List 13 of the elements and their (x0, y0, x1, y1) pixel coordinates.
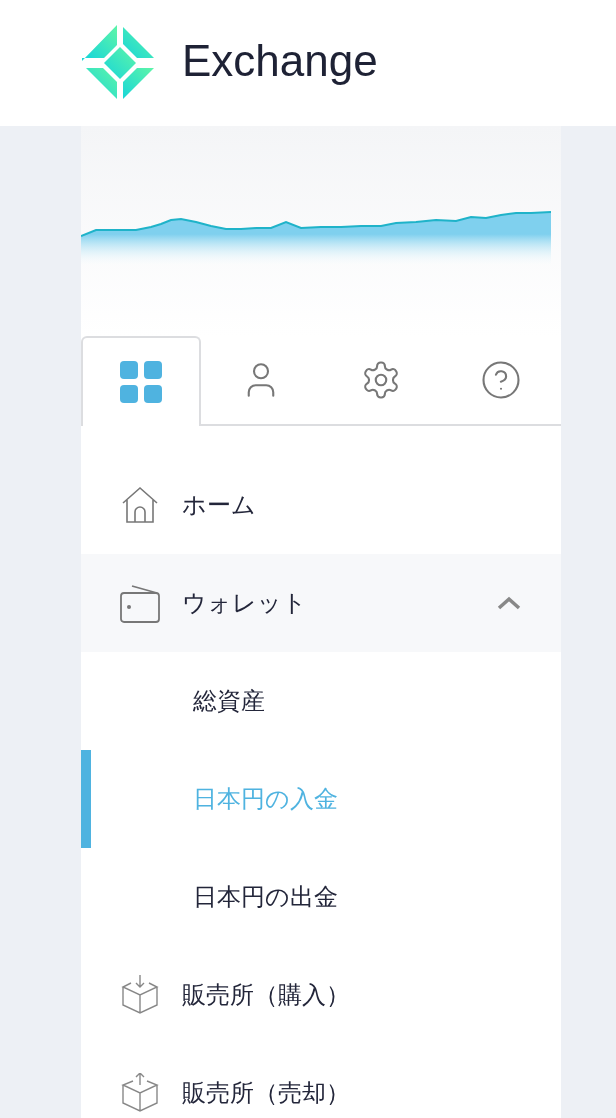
tab[interactable] (81, 336, 201, 426)
grid-icon (120, 361, 162, 403)
menu-item[interactable]: ホーム (81, 456, 561, 554)
box-download-icon (121, 975, 159, 1015)
wallet-icon (120, 583, 160, 623)
submenu-item[interactable]: 日本円の出金 (81, 848, 561, 946)
home-icon (120, 486, 160, 524)
submenu-item[interactable]: 総資産 (81, 652, 561, 750)
box-upload-icon (121, 1073, 159, 1113)
menu-item[interactable]: 販売所（購入） (81, 946, 561, 1044)
menu-item[interactable]: 販売所（売却） (81, 1044, 561, 1118)
brand-name: Exchange (182, 35, 378, 87)
help-icon (480, 359, 522, 401)
